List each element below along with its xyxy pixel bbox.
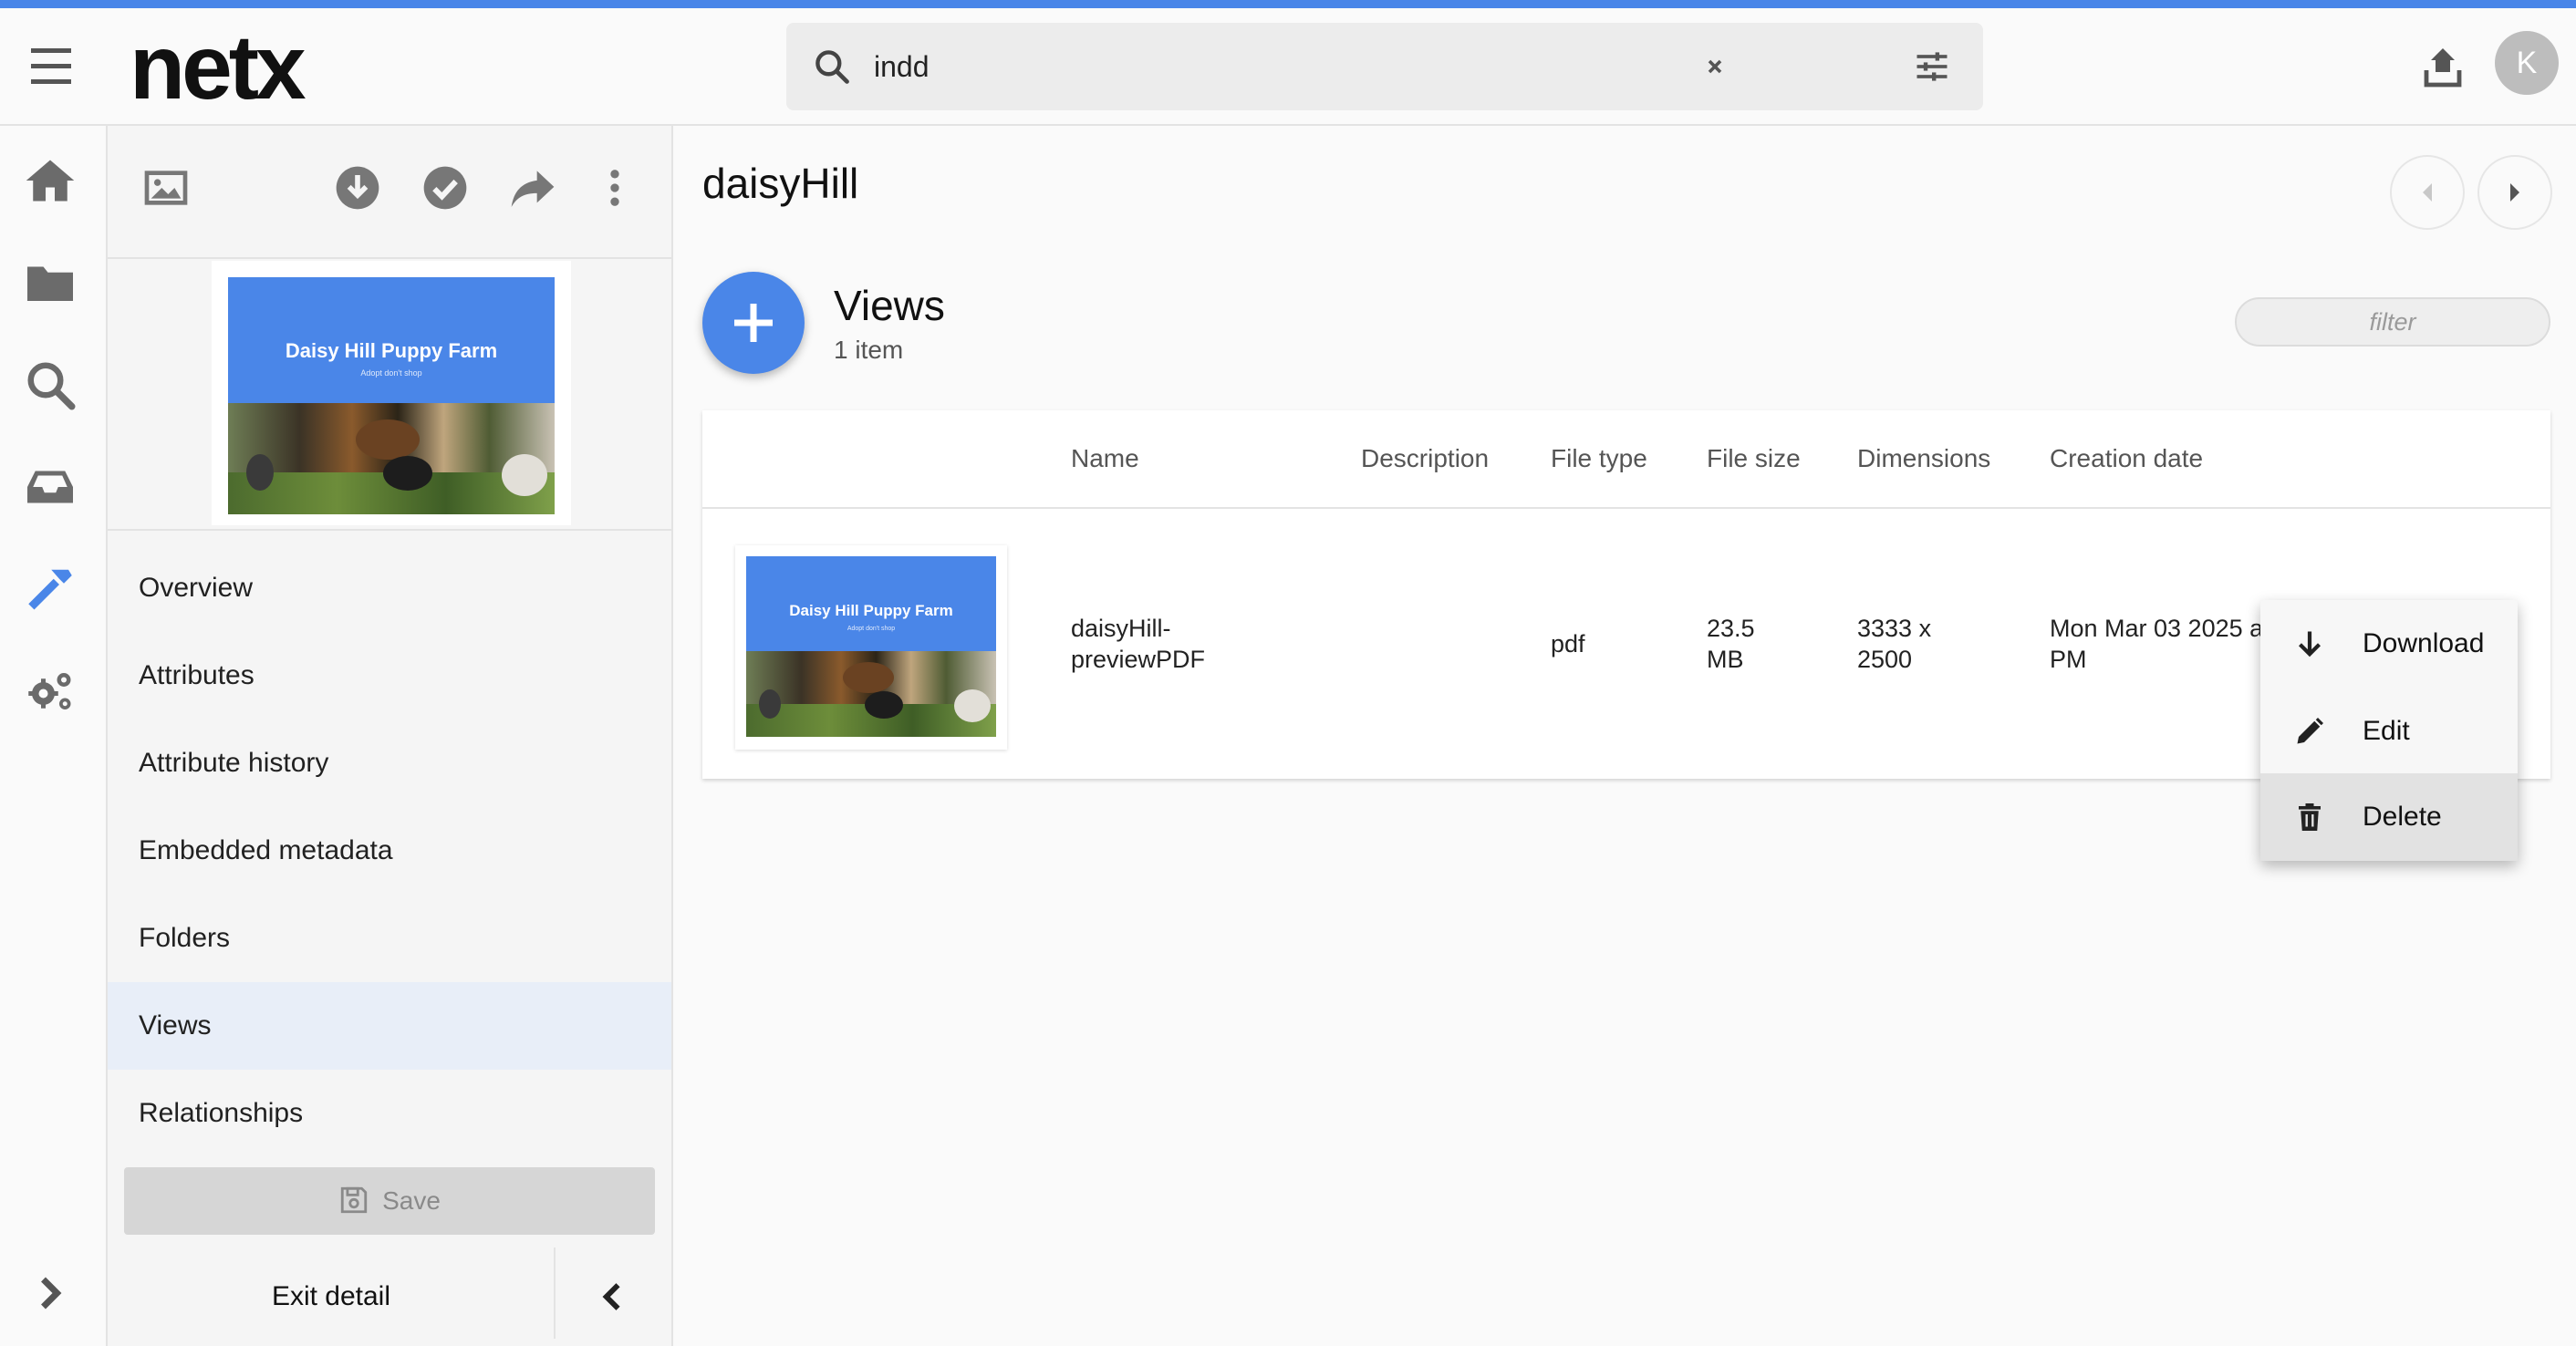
nav-attributes[interactable]: Attributes xyxy=(108,632,671,720)
row-context-menu: Download Edit Delete xyxy=(2260,600,2518,861)
inbox-tray-icon[interactable] xyxy=(20,460,80,514)
asset-detail-panel: Daisy Hill Puppy Farm Adopt don't shop O… xyxy=(108,126,673,1346)
asset-thumbnail[interactable]: Daisy Hill Puppy Farm Adopt don't shop xyxy=(212,261,571,525)
asset-poster-image: Daisy Hill Puppy Farm Adopt don't shop xyxy=(228,277,555,514)
row-thumbnail: Daisy Hill Puppy Farm Adopt don't shop xyxy=(735,545,1007,750)
upload-icon[interactable] xyxy=(2421,43,2465,92)
nav-embedded-metadata[interactable]: Embedded metadata xyxy=(108,807,671,895)
previous-asset-button[interactable] xyxy=(2390,155,2465,230)
column-header-creation-date[interactable]: Creation date xyxy=(2050,410,2203,507)
page-title: daisyHill xyxy=(702,160,859,207)
row-name: daisyHill- previewPDF xyxy=(1071,615,1206,673)
exit-divider xyxy=(554,1248,556,1339)
search-input[interactable] xyxy=(874,41,1786,92)
section-title: Views xyxy=(834,282,945,329)
column-header-file-type[interactable]: File type xyxy=(1551,410,1647,507)
top-accent-stripe xyxy=(0,0,2576,8)
toolbar-divider xyxy=(108,257,671,259)
poster-dog-photo xyxy=(228,403,555,514)
exit-detail-button[interactable]: Exit detail xyxy=(108,1248,555,1346)
nav-attribute-history[interactable]: Attribute history xyxy=(108,720,671,807)
filter-input[interactable] xyxy=(2235,297,2550,347)
caret-right-icon xyxy=(2510,183,2519,202)
row-poster-tagline: Adopt don't shop xyxy=(847,626,896,632)
poster-title: Daisy Hill Puppy Farm xyxy=(228,277,555,403)
app-header: netx K xyxy=(0,8,2576,126)
menu-item-delete[interactable]: Delete xyxy=(2260,773,2518,861)
image-preview-icon[interactable] xyxy=(140,162,192,213)
search-icon xyxy=(812,47,852,87)
row-poster-title: Daisy Hill Puppy Farm xyxy=(746,556,996,651)
column-header-description[interactable]: Description xyxy=(1361,410,1489,507)
row-poster-dog-photo xyxy=(746,651,996,737)
add-view-button[interactable] xyxy=(702,272,805,374)
floppy-save-icon xyxy=(338,1185,369,1216)
user-avatar[interactable]: K xyxy=(2495,31,2559,95)
settings-gears-icon[interactable] xyxy=(20,664,80,719)
collapse-panel-chevron-icon[interactable] xyxy=(593,1277,633,1317)
search-nav-icon[interactable] xyxy=(20,357,80,412)
row-file-size: 23.5 MB xyxy=(1707,615,1755,673)
more-vertical-icon[interactable] xyxy=(589,162,640,213)
download-circle-icon[interactable] xyxy=(332,162,383,213)
poster-tagline: Adopt don't shop xyxy=(360,368,422,378)
nav-relationships[interactable]: Relationships xyxy=(108,1070,671,1157)
plus-icon xyxy=(734,304,773,342)
nav-views[interactable]: Views xyxy=(108,982,671,1070)
search-bar xyxy=(786,23,1983,110)
nav-overview[interactable]: Overview xyxy=(108,544,671,632)
share-forward-icon[interactable] xyxy=(507,162,558,213)
netx-logo[interactable]: netx xyxy=(130,17,306,118)
hammer-tools-icon[interactable] xyxy=(20,562,80,616)
search-filters-tune-icon[interactable] xyxy=(1912,47,1952,87)
row-creation-date: Mon Mar 03 2025 at PM xyxy=(2050,615,2270,673)
expand-rail-chevron-icon[interactable] xyxy=(20,1266,80,1320)
left-navigation-rail-icons xyxy=(0,126,108,1346)
clear-search-icon[interactable] xyxy=(1698,50,1731,83)
caret-left-icon xyxy=(2423,183,2432,202)
menu-hamburger-icon[interactable] xyxy=(26,44,77,89)
next-asset-button[interactable] xyxy=(2477,155,2552,230)
item-count: 1 item xyxy=(834,336,904,364)
save-button[interactable]: Save xyxy=(124,1167,655,1235)
row-file-type: pdf xyxy=(1551,630,1585,657)
thumbnail-divider xyxy=(108,529,671,531)
save-button-label: Save xyxy=(382,1186,441,1215)
row-poster-image: Daisy Hill Puppy Farm Adopt don't shop xyxy=(746,556,996,737)
download-arrow-icon xyxy=(2293,627,2326,660)
column-header-name[interactable]: Name xyxy=(1071,410,1139,507)
home-icon[interactable] xyxy=(20,153,80,208)
check-circle-icon[interactable] xyxy=(420,162,471,213)
nav-folders[interactable]: Folders xyxy=(108,895,671,982)
trash-icon xyxy=(2293,801,2326,833)
folder-icon[interactable] xyxy=(20,255,80,310)
row-dimensions: 3333 x 2500 xyxy=(1857,615,1932,673)
menu-item-download[interactable]: Download xyxy=(2260,600,2518,688)
column-header-dimensions[interactable]: Dimensions xyxy=(1857,410,1990,507)
column-header-file-size[interactable]: File size xyxy=(1707,410,1801,507)
pencil-icon xyxy=(2293,715,2326,748)
menu-item-edit[interactable]: Edit xyxy=(2260,688,2518,775)
